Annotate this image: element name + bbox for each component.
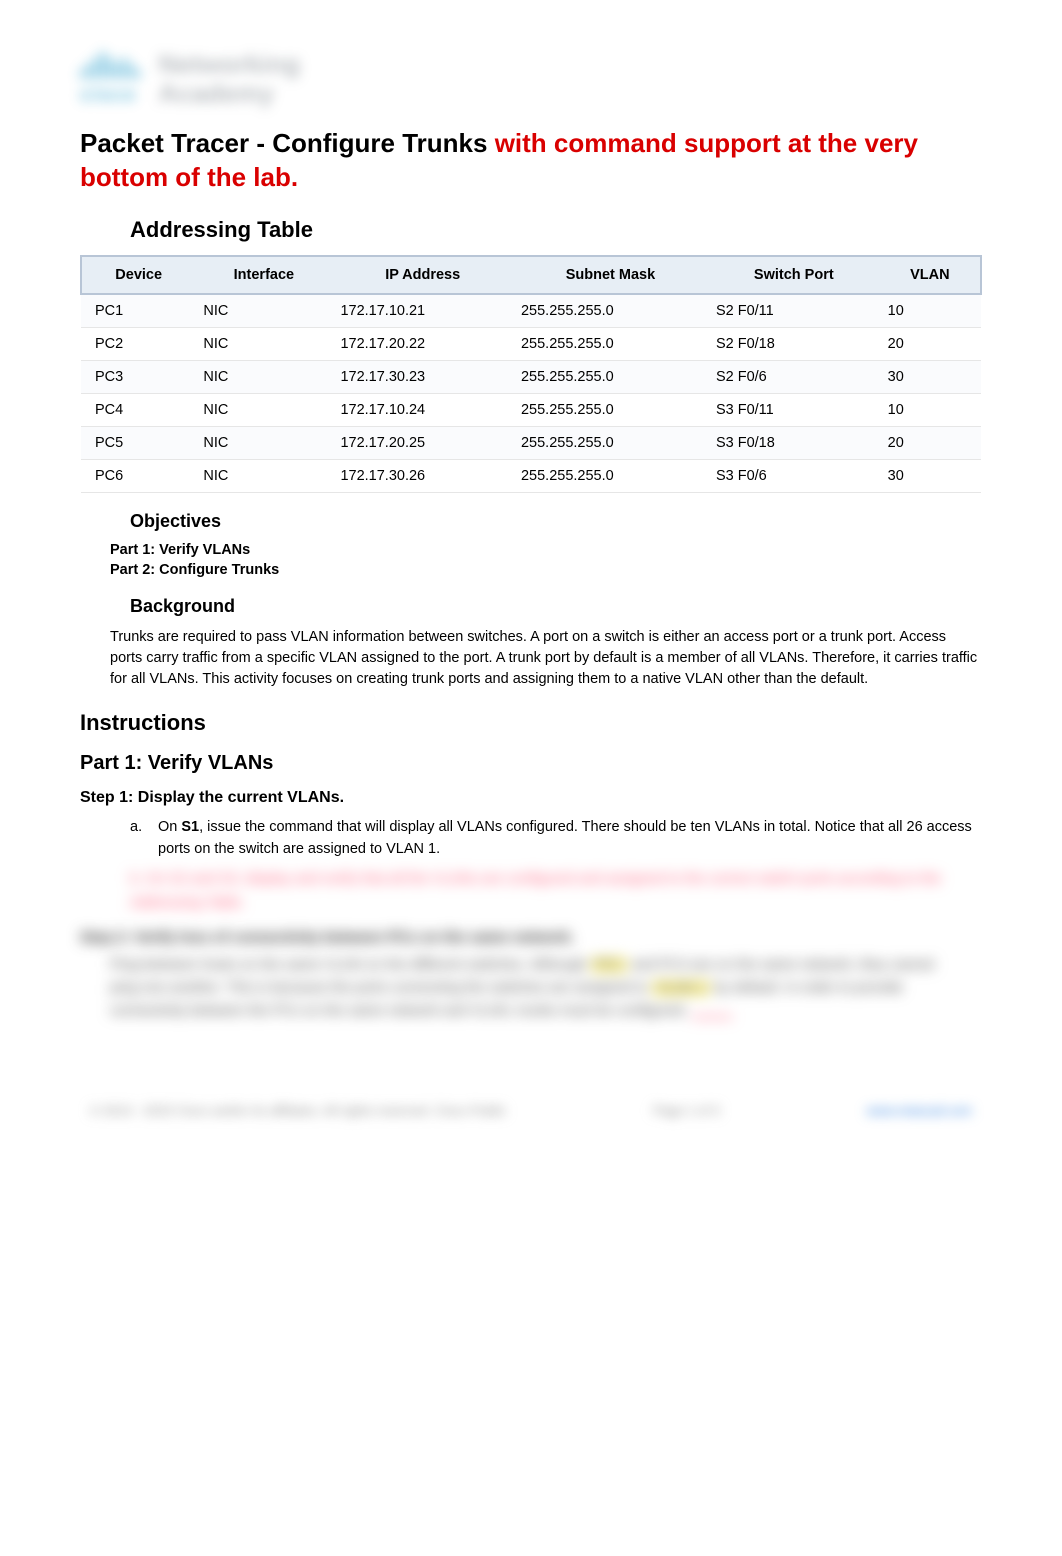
cell-port: S3 F0/11 bbox=[708, 393, 880, 426]
addressing-table: Device Interface IP Address Subnet Mask … bbox=[80, 255, 982, 493]
cell-port: S3 F0/6 bbox=[708, 459, 880, 492]
cell-port: S2 F0/11 bbox=[708, 294, 880, 328]
cell-device: PC6 bbox=[81, 459, 195, 492]
objective-item: Part 2: Configure Trunks bbox=[110, 562, 982, 578]
cell-mask: 255.255.255.0 bbox=[513, 327, 708, 360]
cisco-bars-icon bbox=[80, 51, 140, 79]
objectives-heading: Objectives bbox=[130, 511, 982, 532]
cell-vlan: 10 bbox=[880, 294, 981, 328]
col-ip: IP Address bbox=[332, 256, 513, 294]
step1-a: a. On S1, issue the command that will di… bbox=[130, 817, 982, 861]
background-heading: Background bbox=[130, 596, 982, 617]
cell-vlan: 20 bbox=[880, 327, 981, 360]
cell-mask: 255.255.255.0 bbox=[513, 393, 708, 426]
cell-device: PC4 bbox=[81, 393, 195, 426]
step1-a-text: On S1, issue the command that will displ… bbox=[158, 817, 982, 861]
brand-name: cisco bbox=[80, 84, 144, 107]
cell-interface: NIC bbox=[195, 393, 332, 426]
cell-interface: NIC bbox=[195, 327, 332, 360]
cell-port: S2 F0/18 bbox=[708, 327, 880, 360]
page-title: Packet Tracer - Configure Trunks with co… bbox=[80, 127, 982, 195]
col-device: Device bbox=[81, 256, 195, 294]
step2-heading-blurred: Step 2: Verify loss of connectivity betw… bbox=[80, 929, 982, 946]
cell-mask: 255.255.255.0 bbox=[513, 360, 708, 393]
cell-mask: 255.255.255.0 bbox=[513, 459, 708, 492]
brand-sub-2: Academy bbox=[158, 79, 300, 108]
table-row: PC1NIC172.17.10.21255.255.255.0S2 F0/111… bbox=[81, 294, 981, 328]
page-footer: © 2013 - 2023 Cisco and/or its affiliate… bbox=[80, 1103, 982, 1118]
step2-body-blurred: Ping between hosts on the same VLAN on t… bbox=[110, 954, 952, 1024]
col-port: Switch Port bbox=[708, 256, 880, 294]
cell-ip: 172.17.30.23 bbox=[332, 360, 513, 393]
step-letter-a: a. bbox=[130, 817, 158, 861]
footer-left: © 2013 - 2023 Cisco and/or its affiliate… bbox=[90, 1103, 506, 1118]
cell-ip: 172.17.30.26 bbox=[332, 459, 513, 492]
col-mask: Subnet Mask bbox=[513, 256, 708, 294]
table-row: PC6NIC172.17.30.26255.255.255.0S3 F0/630 bbox=[81, 459, 981, 492]
background-text: Trunks are required to pass VLAN informa… bbox=[110, 627, 982, 690]
table-row: PC2NIC172.17.20.22255.255.255.0S2 F0/182… bbox=[81, 327, 981, 360]
brand-sub-1: Networking bbox=[158, 50, 300, 79]
cell-vlan: 30 bbox=[880, 360, 981, 393]
cell-interface: NIC bbox=[195, 360, 332, 393]
cell-device: PC3 bbox=[81, 360, 195, 393]
cell-vlan: 20 bbox=[880, 426, 981, 459]
col-interface: Interface bbox=[195, 256, 332, 294]
table-row: PC3NIC172.17.30.23255.255.255.0S2 F0/630 bbox=[81, 360, 981, 393]
step1-b-blurred: b. On S2 and S3, display and verify that… bbox=[130, 868, 982, 914]
objectives-list: Part 1: Verify VLANs Part 2: Configure T… bbox=[110, 542, 982, 578]
cell-device: PC1 bbox=[81, 294, 195, 328]
table-row: PC4NIC172.17.10.24255.255.255.0S3 F0/111… bbox=[81, 393, 981, 426]
cell-interface: NIC bbox=[195, 459, 332, 492]
cell-vlan: 10 bbox=[880, 393, 981, 426]
cell-port: S3 F0/18 bbox=[708, 426, 880, 459]
part1-heading: Part 1: Verify VLANs bbox=[80, 752, 982, 775]
cell-ip: 172.17.10.21 bbox=[332, 294, 513, 328]
footer-center: Page 1 of 3 bbox=[653, 1103, 720, 1118]
cell-interface: NIC bbox=[195, 426, 332, 459]
cell-mask: 255.255.255.0 bbox=[513, 294, 708, 328]
step1-heading: Step 1: Display the current VLANs. bbox=[80, 789, 982, 807]
cell-port: S2 F0/6 bbox=[708, 360, 880, 393]
objective-item: Part 1: Verify VLANs bbox=[110, 542, 982, 558]
brand-logo: cisco Networking Academy bbox=[80, 50, 982, 107]
cell-device: PC2 bbox=[81, 327, 195, 360]
footer-right: www.netacad.com bbox=[867, 1103, 973, 1118]
table-row: PC5NIC172.17.20.25255.255.255.0S3 F0/182… bbox=[81, 426, 981, 459]
cell-ip: 172.17.10.24 bbox=[332, 393, 513, 426]
cell-ip: 172.17.20.22 bbox=[332, 327, 513, 360]
cell-interface: NIC bbox=[195, 294, 332, 328]
cell-vlan: 30 bbox=[880, 459, 981, 492]
title-black: Packet Tracer - Configure Trunks bbox=[80, 128, 495, 158]
table-header-row: Device Interface IP Address Subnet Mask … bbox=[81, 256, 981, 294]
instructions-heading: Instructions bbox=[80, 710, 982, 736]
cell-mask: 255.255.255.0 bbox=[513, 426, 708, 459]
cell-ip: 172.17.20.25 bbox=[332, 426, 513, 459]
col-vlan: VLAN bbox=[880, 256, 981, 294]
cell-device: PC5 bbox=[81, 426, 195, 459]
addressing-heading: Addressing Table bbox=[130, 217, 982, 243]
